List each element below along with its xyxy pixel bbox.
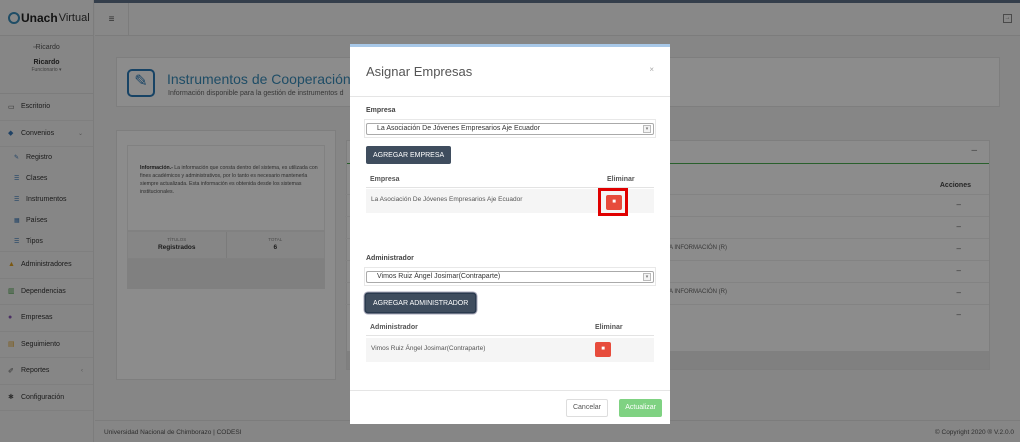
empresa-select[interactable]: La Asociación De Jóvenes Empresarios Aje…: [366, 123, 654, 135]
empresa-table-header: Empresa Eliminar: [366, 174, 654, 188]
empresa-name: La Asociación De Jóvenes Empresarios Aje…: [371, 196, 523, 203]
empresa-label: Empresa: [366, 107, 396, 114]
chevron-down-icon: ▾: [643, 125, 651, 133]
assign-companies-modal: Asignar Empresas × Empresa La Asociación…: [350, 44, 670, 424]
chevron-down-icon: ▾: [643, 273, 651, 281]
col-administrador: Administrador: [370, 324, 418, 331]
update-button[interactable]: Actualizar: [619, 399, 662, 417]
delete-admin-button[interactable]: ■: [595, 342, 611, 357]
col-eliminar: Eliminar: [607, 176, 635, 183]
admin-table-header: Administrador Eliminar: [366, 322, 654, 336]
trash-icon: ■: [612, 199, 616, 205]
delete-empresa-button[interactable]: ■: [606, 195, 622, 210]
admin-name: Vimos Ruiz Ángel Josimar(Contraparte): [371, 345, 486, 352]
admin-select[interactable]: Vimos Ruiz Ángel Josimar(Contraparte) ▾: [366, 271, 654, 283]
admin-label: Administrador: [366, 255, 414, 262]
trash-icon: ■: [601, 346, 605, 352]
modal-footer: Cancelar Actualizar: [350, 390, 670, 424]
modal-title: Asignar Empresas: [366, 64, 473, 79]
cancel-button[interactable]: Cancelar: [565, 399, 608, 417]
add-admin-button[interactable]: AGREGAR ADMINISTRADOR: [366, 294, 476, 312]
col-empresa: Empresa: [370, 176, 400, 183]
modal-header: Asignar Empresas ×: [350, 47, 670, 97]
close-icon[interactable]: ×: [649, 65, 654, 74]
admin-select-value: Vimos Ruiz Ángel Josimar(Contraparte): [377, 273, 501, 280]
empresa-select-value: La Asociación De Jóvenes Empresarios Aje…: [377, 125, 541, 132]
add-empresa-button[interactable]: AGREGAR EMPRESA: [366, 146, 452, 164]
col-eliminar: Eliminar: [595, 324, 623, 331]
